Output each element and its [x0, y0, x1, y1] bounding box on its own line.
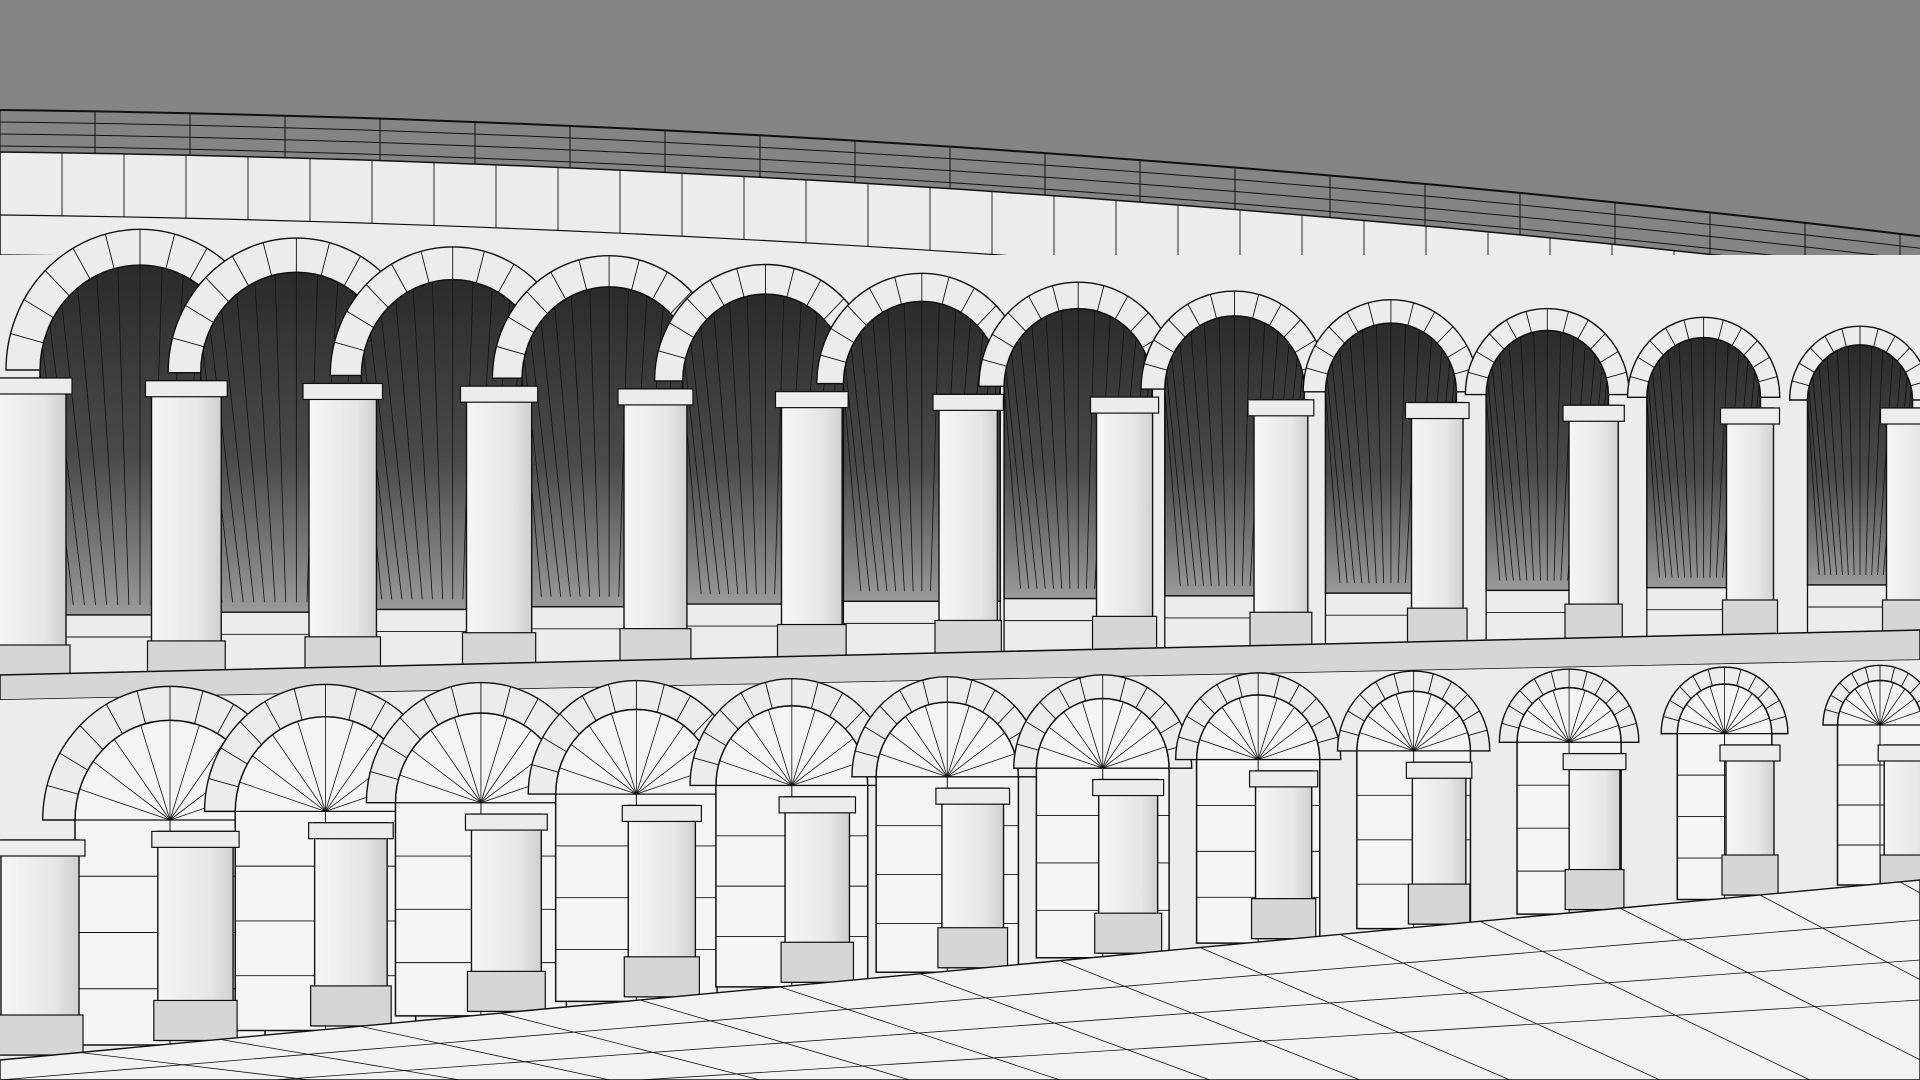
- upper-pier: [150, 380, 222, 682]
- upper-pier-capital: [1719, 407, 1781, 425]
- lower-pier-capital: [1092, 778, 1165, 797]
- lower-pier-capital: [1405, 761, 1473, 779]
- upper-pier-capital: [932, 393, 1004, 411]
- lower-pier-capital: [621, 804, 702, 823]
- upper-pier-capital: [1879, 407, 1920, 425]
- upper-pier-capital: [774, 391, 849, 409]
- upper-pier: [780, 390, 843, 666]
- upper-pier-capital: [302, 382, 384, 401]
- upper-arcade: [0, 228, 1920, 695]
- lower-pier-capital: [778, 796, 857, 814]
- lower-pier-base: [466, 970, 546, 1012]
- upper-pier-capital: [617, 388, 694, 406]
- upper-pier-capital: [1247, 399, 1315, 417]
- upper-pier-capital: [144, 380, 228, 398]
- lower-pier-capital: [1562, 753, 1627, 771]
- lower-pier-capital: [1719, 744, 1781, 762]
- render-viewport: [0, 0, 1920, 1080]
- lower-pier-base: [1564, 868, 1625, 911]
- lower-pier-base: [1094, 912, 1163, 954]
- lower-pier-base: [1250, 898, 1317, 940]
- lower-pier-capital: [935, 787, 1011, 805]
- lower-pier-capital: [1248, 770, 1319, 788]
- upper-pier-capital: [1089, 396, 1160, 414]
- upper-pier: [308, 382, 378, 678]
- upper-pier-capital: [1404, 401, 1470, 420]
- lower-pier-base: [1721, 854, 1779, 896]
- lower-pier-capital: [464, 813, 548, 831]
- lower-pier-capital: [0, 839, 86, 857]
- upper-pier: [623, 388, 688, 670]
- lower-pier-base: [623, 956, 700, 998]
- lower-pier-base: [153, 999, 238, 1042]
- lower-pier-base: [937, 927, 1009, 969]
- upper-pier: [465, 385, 533, 674]
- lower-pier-capital: [151, 830, 240, 848]
- upper-pier: [0, 377, 67, 686]
- lower-pier-base: [780, 941, 855, 983]
- lower-pier-base: [310, 985, 392, 1027]
- lower-pier-base: [1407, 883, 1471, 925]
- upper-pier-capital: [0, 377, 73, 395]
- upper-pier-capital: [1562, 404, 1625, 422]
- upper-pier-capital: [459, 385, 539, 403]
- lower-pier-base: [0, 1014, 84, 1056]
- lower-pier-capital: [308, 822, 394, 840]
- lower-pier-capital: [1877, 744, 1920, 762]
